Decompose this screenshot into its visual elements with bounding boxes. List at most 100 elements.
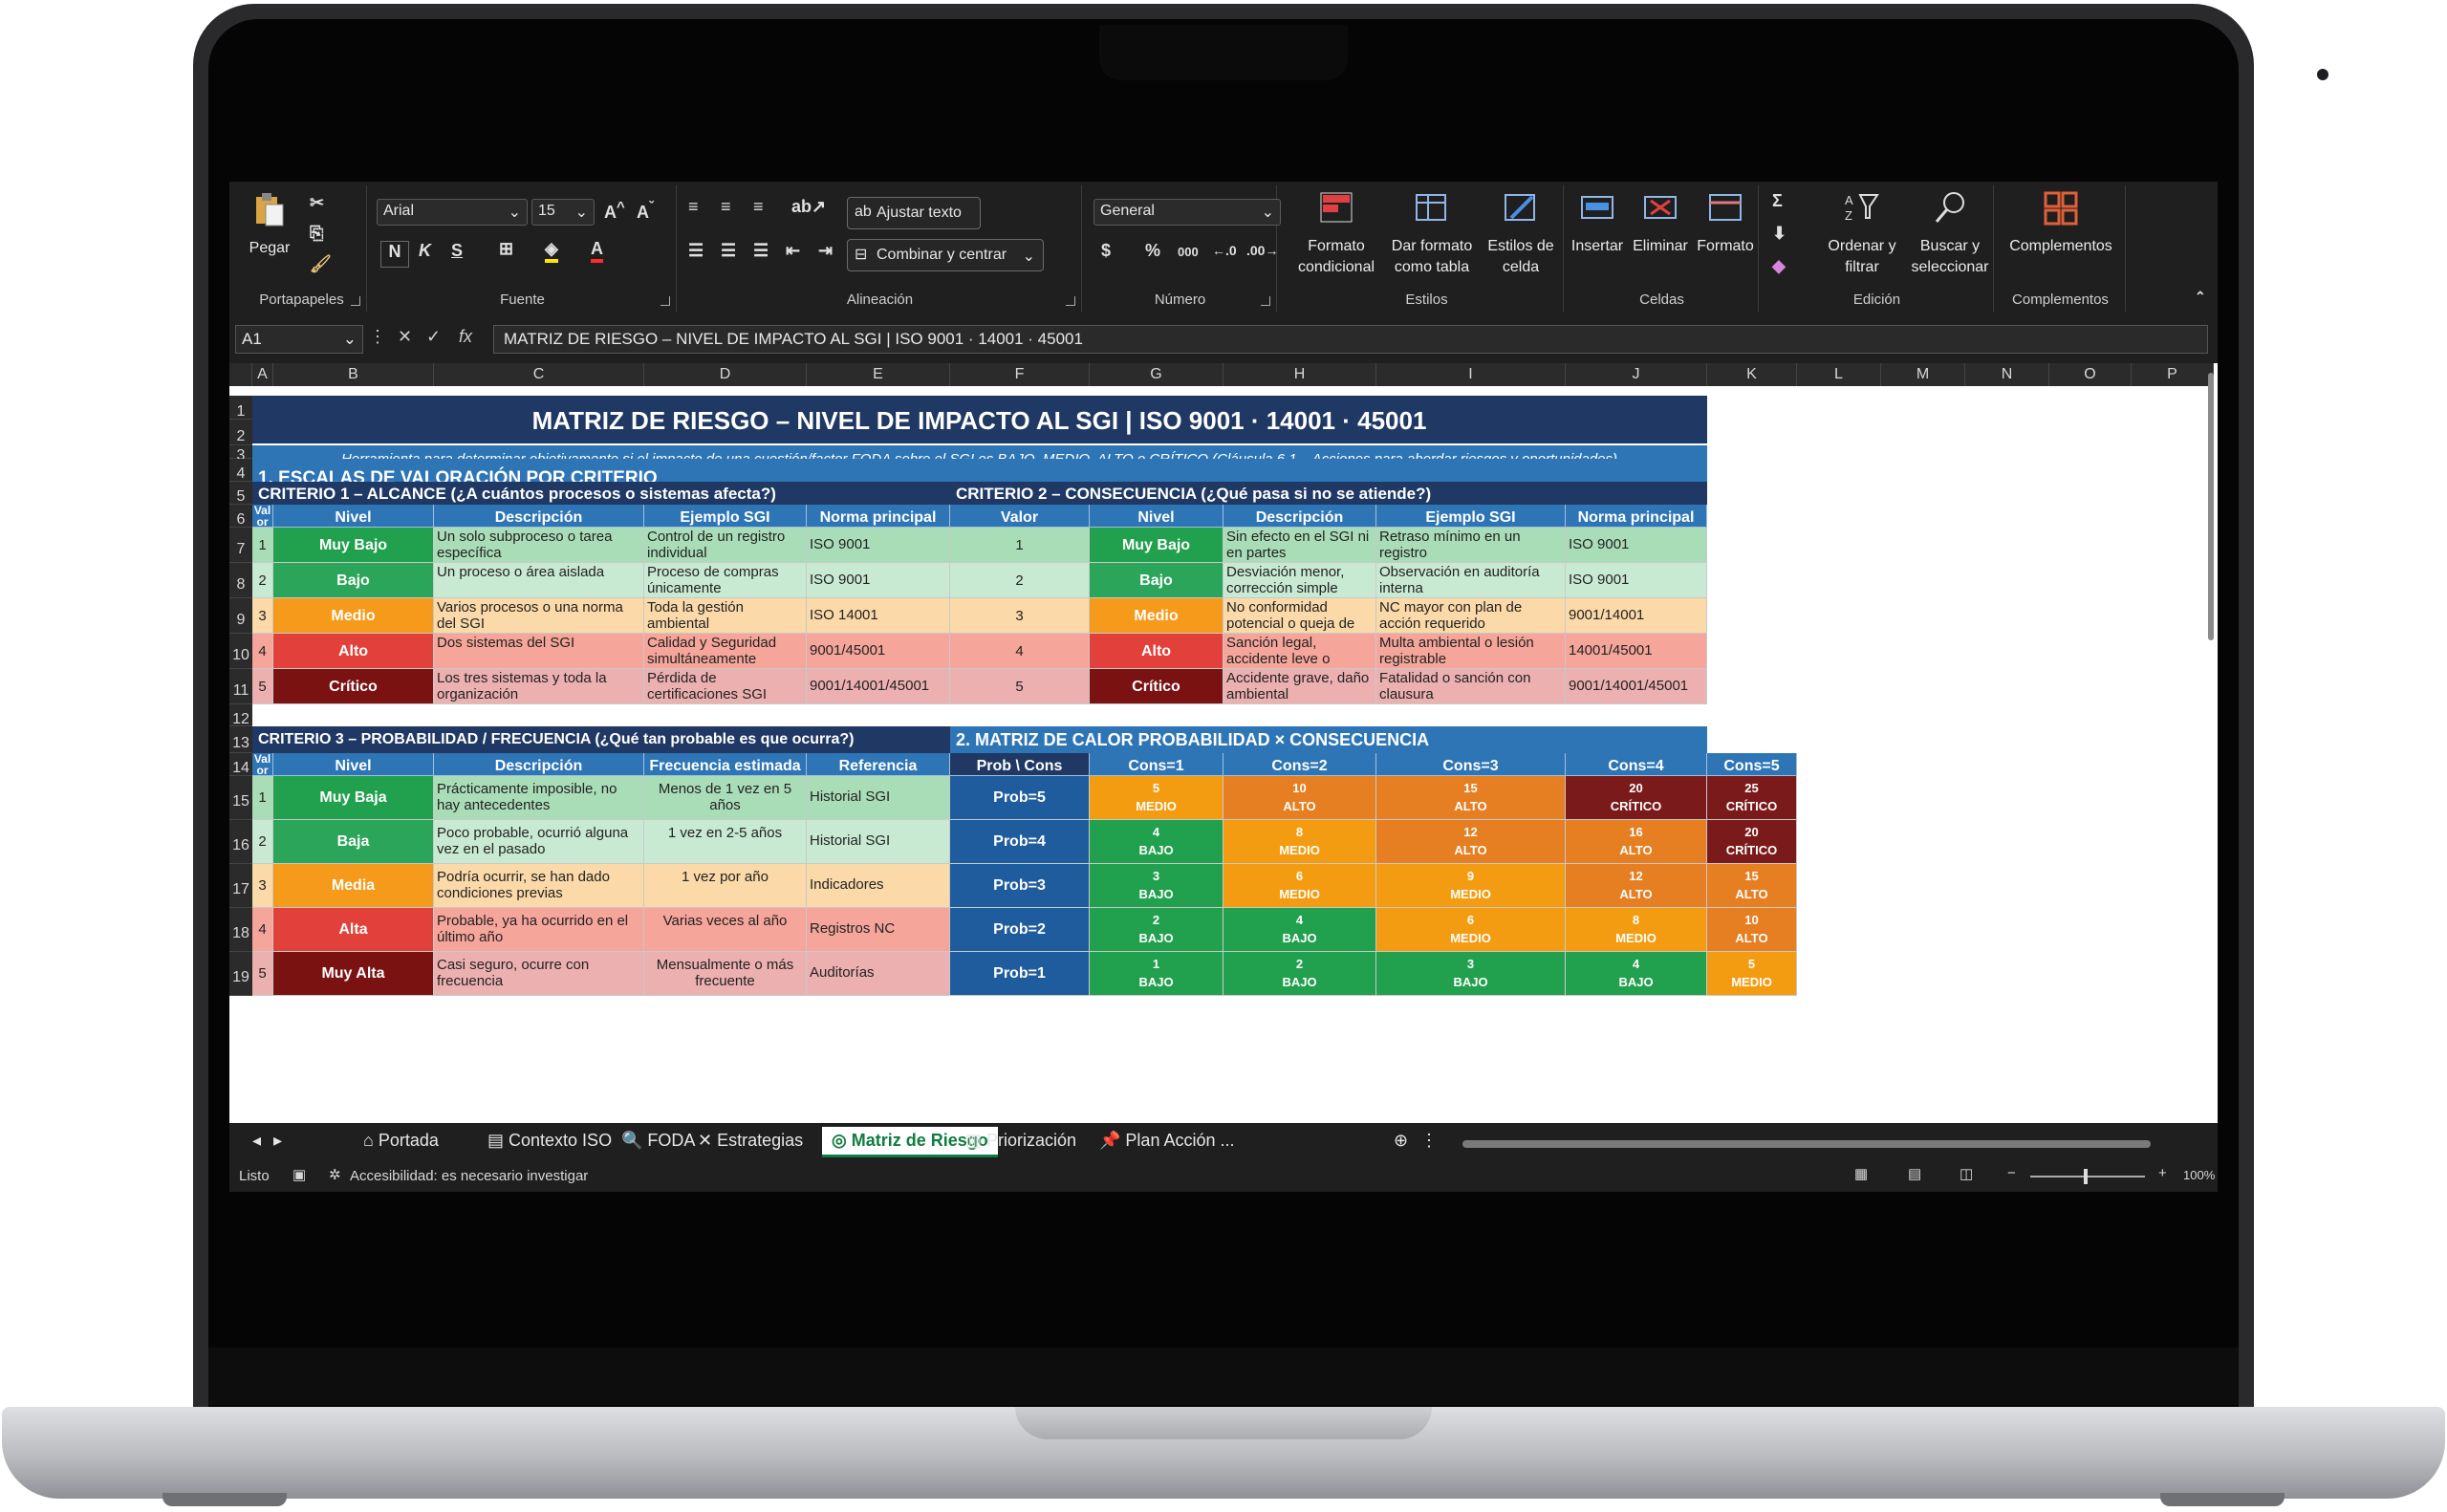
font-color-icon[interactable]: A bbox=[591, 239, 603, 263]
row-header[interactable]: 18 bbox=[229, 908, 252, 952]
example-cell[interactable]: Toda la gestión ambiental bbox=[644, 598, 807, 634]
level-cell[interactable]: Media bbox=[273, 864, 434, 908]
dialog-launcher-icon[interactable] bbox=[351, 296, 360, 306]
cell-styles-button[interactable]: Estilos de celda bbox=[1478, 189, 1564, 278]
example-cell[interactable]: Proceso de compras únicamente bbox=[644, 563, 807, 598]
autosum-icon[interactable]: Σ bbox=[1772, 191, 1783, 211]
column-header[interactable]: G bbox=[1090, 363, 1224, 386]
value-cell[interactable]: 1 bbox=[252, 776, 273, 820]
value-cell[interactable]: 2 bbox=[950, 563, 1090, 598]
page-layout-icon[interactable]: ▤ bbox=[1908, 1165, 1921, 1182]
column-header[interactable]: B bbox=[273, 363, 434, 386]
frequency-cell[interactable]: Mensualmente o más frecuente bbox=[644, 952, 807, 996]
value-cell[interactable]: 5 bbox=[950, 669, 1090, 704]
level-cell[interactable]: Muy Baja bbox=[273, 776, 434, 820]
table-header[interactable]: Descripción bbox=[434, 753, 644, 776]
format-button[interactable]: Formato bbox=[1692, 189, 1759, 257]
row-header[interactable]: 3 bbox=[229, 445, 252, 464]
collapse-ribbon-icon[interactable]: ⌃ bbox=[2195, 289, 2206, 305]
align-top-icon[interactable]: ≡ bbox=[688, 197, 699, 217]
row-header[interactable]: 7 bbox=[229, 528, 252, 563]
reference-cell[interactable]: Historial SGI bbox=[807, 776, 950, 820]
example-cell[interactable]: Observación en auditoría interna bbox=[1376, 563, 1566, 598]
heatmap-cell[interactable]: 15 ALTO bbox=[1376, 776, 1566, 820]
fill-color-icon[interactable]: ◈ bbox=[545, 239, 558, 263]
row-header[interactable]: 12 bbox=[229, 704, 252, 727]
normal-view-icon[interactable]: ▦ bbox=[1854, 1165, 1868, 1182]
column-header[interactable]: E bbox=[807, 363, 950, 386]
level-cell[interactable]: Medio bbox=[1090, 598, 1224, 634]
reference-cell[interactable]: Auditorías bbox=[807, 952, 950, 996]
table-header[interactable]: Ejemplo SGI bbox=[1376, 505, 1566, 528]
column-header[interactable]: J bbox=[1566, 363, 1707, 386]
number-format-select[interactable]: General ⌄ bbox=[1094, 199, 1281, 226]
cut-icon[interactable]: ✂ bbox=[310, 193, 324, 213]
bold-button[interactable]: N bbox=[380, 241, 409, 268]
accessibility-status[interactable]: Accesibilidad: es necesario investigar bbox=[350, 1168, 588, 1184]
table-header[interactable]: Nivel bbox=[273, 753, 434, 776]
shrink-font-icon[interactable]: Aˇ bbox=[637, 199, 654, 223]
tab-priorizaci-n[interactable]: ▥ Priorización bbox=[956, 1127, 1086, 1157]
heatmap-cell[interactable]: 20 CRÍTICO bbox=[1566, 776, 1707, 820]
heatmap-cell[interactable]: 12 ALTO bbox=[1376, 820, 1566, 864]
column-header[interactable]: C bbox=[434, 363, 644, 386]
value-cell[interactable]: 4 bbox=[252, 634, 273, 669]
heatmap-cell[interactable]: 9 MEDIO bbox=[1376, 864, 1566, 908]
norm-cell[interactable]: 9001/45001 bbox=[807, 634, 950, 669]
description-cell[interactable]: Los tres sistemas y toda la organización bbox=[434, 669, 644, 704]
sort-filter-button[interactable]: AZ Ordenar y filtrar bbox=[1816, 189, 1908, 278]
table-header[interactable]: Valor bbox=[950, 505, 1090, 528]
italic-button[interactable]: K bbox=[419, 241, 431, 261]
dialog-launcher-icon[interactable] bbox=[1261, 296, 1270, 306]
value-cell[interactable]: 5 bbox=[252, 952, 273, 996]
example-cell[interactable]: NC mayor con plan de acción requerido bbox=[1376, 598, 1566, 634]
example-cell[interactable]: Calidad y Seguridad simultáneamente bbox=[644, 634, 807, 669]
description-cell[interactable]: Dos sistemas del SGI bbox=[434, 634, 644, 669]
select-all-corner[interactable] bbox=[229, 363, 252, 386]
worksheet-grid[interactable]: A B C D E F G H I J K L M N O P 1 2 3 4 5 6 7 8 9 10 11 12 13 14 15 16 1… bbox=[229, 363, 2218, 1123]
level-cell[interactable]: Medio bbox=[273, 598, 434, 634]
column-header[interactable]: L bbox=[1797, 363, 1881, 386]
section-2-heading[interactable]: 2. MATRIZ DE CALOR PROBABILIDAD × CONSEC… bbox=[950, 726, 1707, 753]
increase-indent-icon[interactable]: ⇥ bbox=[818, 241, 833, 261]
align-middle-icon[interactable]: ≡ bbox=[721, 197, 731, 217]
example-cell[interactable]: Fatalidad o sanción con clausura bbox=[1376, 669, 1566, 704]
table-header[interactable]: Val or bbox=[252, 753, 273, 776]
macro-icon[interactable]: ▣ bbox=[292, 1166, 306, 1183]
align-center-icon[interactable]: ☰ bbox=[721, 241, 736, 261]
increase-decimal-icon[interactable]: ←.0 bbox=[1212, 243, 1237, 258]
frequency-cell[interactable]: 1 vez en 2-5 años bbox=[644, 820, 807, 864]
accessibility-icon[interactable]: ✲ bbox=[329, 1166, 341, 1183]
description-cell[interactable]: Poco probable, ocurrió alguna vez en el … bbox=[434, 820, 644, 864]
heatmap-header[interactable]: Cons=5 bbox=[1707, 753, 1797, 776]
column-header[interactable]: I bbox=[1376, 363, 1566, 386]
heatmap-cell[interactable]: 4 BAJO bbox=[1090, 820, 1224, 864]
column-header[interactable]: D bbox=[644, 363, 807, 386]
zoom-level[interactable]: 100% bbox=[2183, 1168, 2215, 1182]
delete-button[interactable]: Eliminar bbox=[1629, 189, 1692, 257]
table-header[interactable]: Norma principal bbox=[807, 505, 950, 528]
level-cell[interactable]: Crítico bbox=[1090, 669, 1224, 704]
table-header[interactable]: Val or bbox=[252, 505, 273, 528]
heatmap-header[interactable]: Cons=2 bbox=[1224, 753, 1376, 776]
criterio-3-heading[interactable]: CRITERIO 3 – PROBABILIDAD / FRECUENCIA (… bbox=[252, 726, 950, 753]
heatmap-header[interactable]: Cons=3 bbox=[1376, 753, 1566, 776]
vertical-scrollbar[interactable] bbox=[2208, 373, 2214, 640]
reference-cell[interactable]: Historial SGI bbox=[807, 820, 950, 864]
insert-function-icon[interactable]: fx bbox=[459, 327, 472, 347]
row-header[interactable]: 1 bbox=[229, 396, 252, 420]
level-cell[interactable]: Muy Alta bbox=[273, 952, 434, 996]
heatmap-cell[interactable]: 25 CRÍTICO bbox=[1707, 776, 1797, 820]
tab-plan-acci-n[interactable]: 📌 Plan Acción ... bbox=[1090, 1127, 1245, 1157]
font-name-select[interactable]: Arial ⌄ bbox=[377, 199, 528, 226]
heatmap-cell[interactable]: 1 BAJO bbox=[1090, 952, 1224, 996]
heatmap-cell[interactable]: 6 MEDIO bbox=[1224, 864, 1376, 908]
wrap-text-button[interactable]: ab Ajustar texto bbox=[847, 197, 981, 229]
value-cell[interactable]: 3 bbox=[252, 864, 273, 908]
example-cell[interactable]: Retraso mínimo en un registro bbox=[1376, 528, 1566, 563]
level-cell[interactable]: Baja bbox=[273, 820, 434, 864]
table-header[interactable]: Norma principal bbox=[1566, 505, 1707, 528]
column-header[interactable]: A bbox=[252, 363, 273, 386]
example-cell[interactable]: Pérdida de certificaciones SGI bbox=[644, 669, 807, 704]
heatmap-cell[interactable]: 3 BAJO bbox=[1376, 952, 1566, 996]
